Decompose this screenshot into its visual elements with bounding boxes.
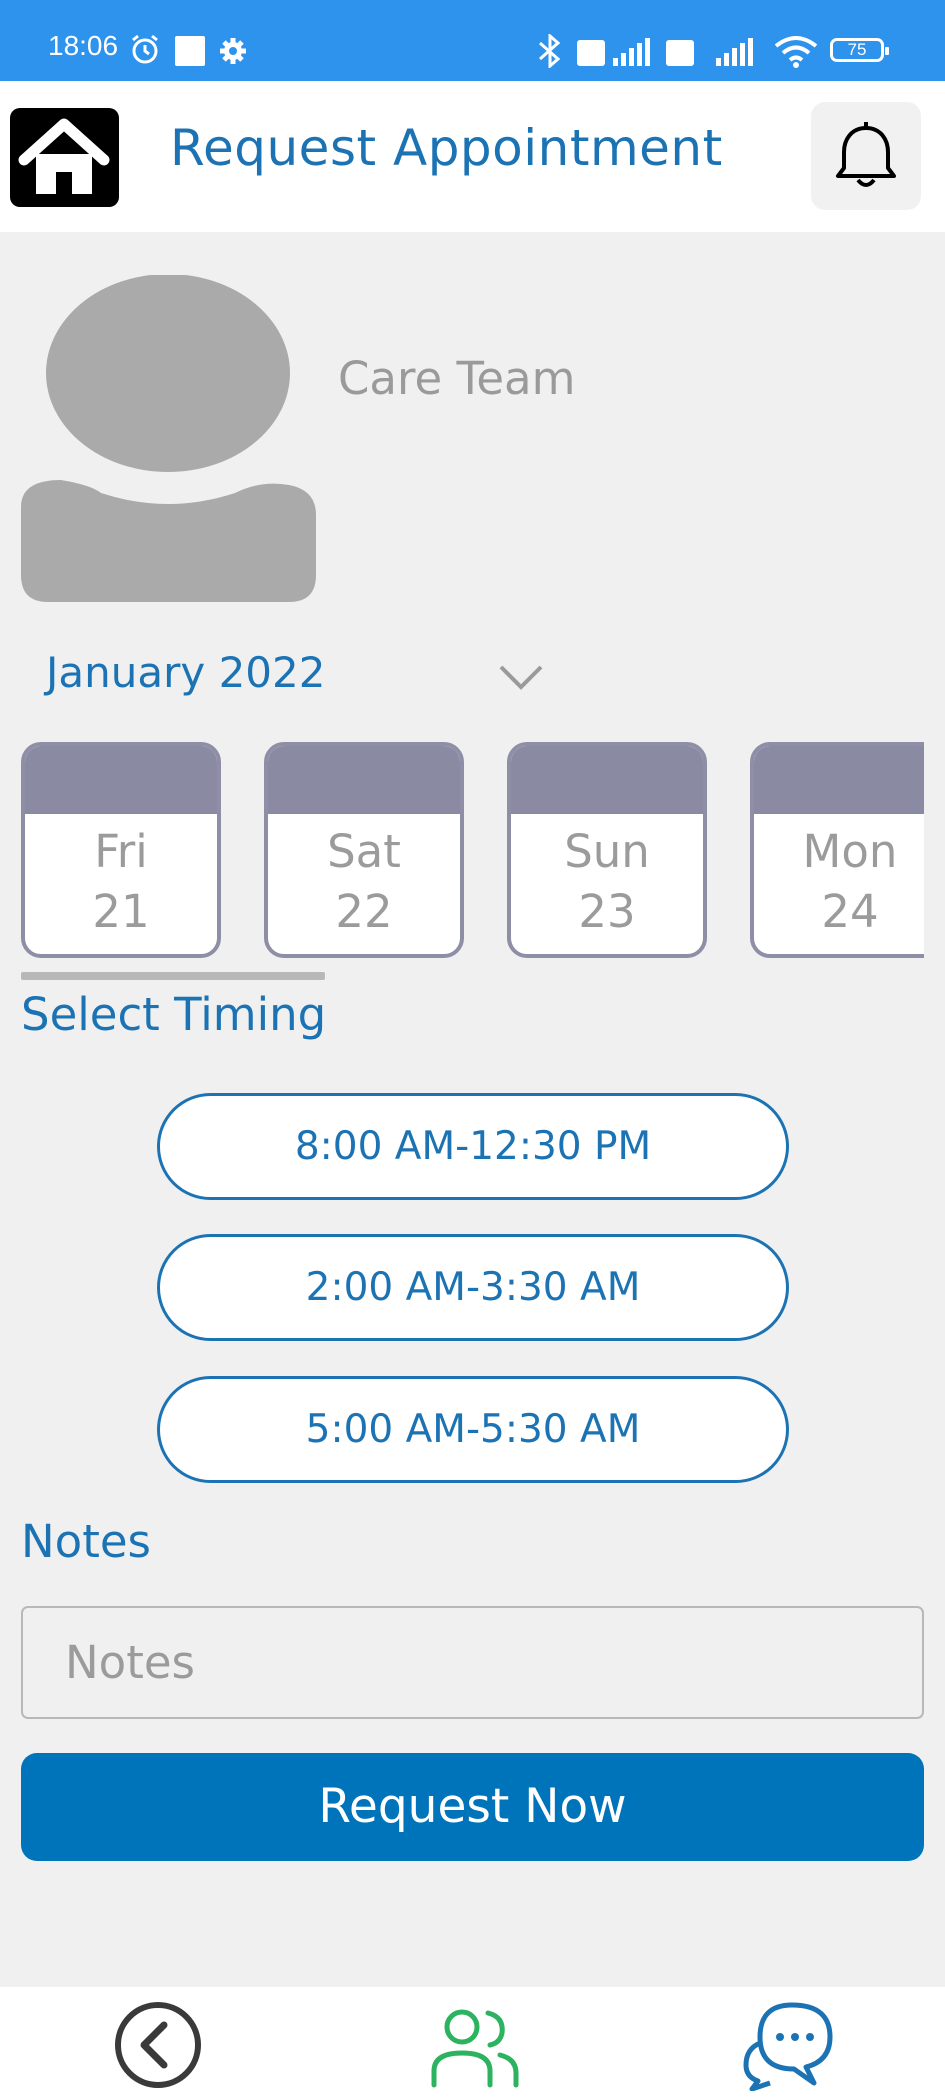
- date-number: 21: [92, 885, 150, 938]
- square-icon: [175, 36, 205, 66]
- date-day: Sat: [327, 825, 401, 878]
- time-slot-button[interactable]: 2:00 AM-3:30 AM: [157, 1234, 789, 1341]
- 4g-signal-icon: [716, 38, 753, 66]
- people-icon[interactable]: [428, 2005, 520, 2089]
- home-icon: [18, 118, 110, 194]
- month-dropdown[interactable]: January 2022: [46, 648, 325, 697]
- date-card-header: [511, 746, 703, 814]
- chat-icon[interactable]: [740, 1999, 836, 2091]
- request-now-button[interactable]: Request Now: [21, 1753, 924, 1861]
- signal-icon: [613, 38, 650, 66]
- date-card-header: [268, 746, 460, 814]
- volte-icon: [577, 40, 605, 66]
- date-picker-strip[interactable]: Fri 21 Sat 22 Sun 23 Mon 24: [21, 742, 924, 962]
- wifi-icon: [774, 36, 818, 68]
- bottom-navigation: [0, 1987, 945, 2100]
- date-day: Fri: [94, 825, 148, 878]
- date-card-mon-24[interactable]: Mon 24: [750, 742, 924, 958]
- alarm-icon: [132, 34, 158, 64]
- notifications-button[interactable]: [811, 102, 921, 210]
- battery-icon: 75: [830, 38, 889, 62]
- status-time: 18:06: [48, 30, 119, 61]
- time-slot-button[interactable]: 8:00 AM-12:30 PM: [157, 1093, 789, 1200]
- page-title: Request Appointment: [170, 119, 723, 177]
- care-team-name: Care Team: [338, 352, 576, 405]
- bluetooth-icon: [539, 34, 561, 68]
- home-button[interactable]: [10, 108, 119, 207]
- notes-heading: Notes: [21, 1515, 151, 1568]
- date-day: Mon: [802, 825, 898, 878]
- date-number: 22: [335, 885, 393, 938]
- bell-icon: [836, 122, 896, 187]
- notes-input[interactable]: [21, 1606, 924, 1719]
- time-slot-button[interactable]: 5:00 AM-5:30 AM: [157, 1376, 789, 1483]
- status-bar: 18:06 75: [0, 0, 945, 81]
- date-number: 24: [821, 885, 879, 938]
- select-timing-heading: Select Timing: [21, 988, 327, 1041]
- gear-icon: [220, 38, 246, 64]
- date-card-header: [25, 746, 217, 814]
- back-icon[interactable]: [112, 1999, 204, 2091]
- date-card-header: [754, 746, 924, 814]
- date-card-fri-21[interactable]: Fri 21: [21, 742, 221, 958]
- horizontal-scrollbar[interactable]: [21, 972, 325, 980]
- chevron-down-icon[interactable]: [497, 662, 545, 692]
- avatar: [21, 275, 316, 602]
- date-number: 23: [578, 885, 636, 938]
- date-day: Sun: [564, 825, 650, 878]
- volte-icon: [666, 40, 694, 66]
- app-header: Request Appointment: [0, 81, 945, 232]
- date-card-sun-23[interactable]: Sun 23: [507, 742, 707, 958]
- date-card-sat-22[interactable]: Sat 22: [264, 742, 464, 958]
